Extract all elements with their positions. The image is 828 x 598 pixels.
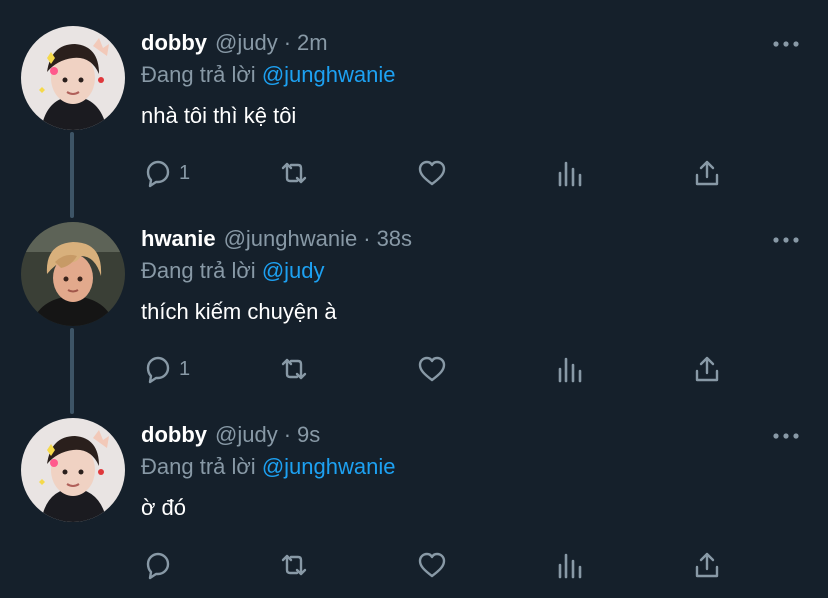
retweet-icon [281, 358, 307, 380]
analytics-bars-icon [558, 357, 582, 383]
share-upload-icon [695, 160, 719, 186]
timestamp[interactable]: 38s [377, 226, 412, 252]
more-button[interactable] [771, 230, 801, 250]
reply-button[interactable]: 1 [141, 155, 190, 191]
like-button[interactable] [416, 547, 448, 583]
tweet-text: ờ đó [141, 495, 187, 520]
share-button[interactable] [691, 351, 723, 387]
retweet-button[interactable] [278, 547, 310, 583]
user-handle[interactable]: @judy [215, 30, 278, 56]
more-button[interactable] [771, 34, 801, 54]
replying-to: Đang trả lời @judy [141, 258, 325, 284]
avatar[interactable] [21, 26, 125, 130]
separator-dot: · [283, 422, 292, 447]
tweet[interactable]: dobby @judy · 9s Đang trả lời @junghwani… [0, 392, 828, 588]
share-button[interactable] [691, 155, 723, 191]
heart-icon [418, 356, 446, 382]
retweet-icon [281, 162, 307, 184]
analytics-button[interactable] [554, 155, 586, 191]
more-button[interactable] [771, 426, 801, 446]
display-name[interactable]: dobby [141, 422, 207, 448]
avatar[interactable] [21, 418, 125, 522]
separator-dot: · [363, 226, 371, 251]
more-horizontal-icon [773, 433, 799, 439]
reply-button[interactable]: 1 [141, 351, 190, 387]
avatar-image [21, 418, 125, 522]
analytics-button[interactable] [554, 547, 586, 583]
tweet[interactable]: hwanie @junghwanie · 38s Đang trả lời @j… [0, 196, 828, 392]
reply-button[interactable] [141, 547, 179, 583]
reply-bubble-icon [146, 160, 170, 188]
more-horizontal-icon [773, 237, 799, 243]
more-horizontal-icon [773, 41, 799, 47]
user-handle[interactable]: @judy [215, 422, 278, 448]
mention-link[interactable]: @judy [262, 258, 325, 283]
mention-link[interactable]: @junghwanie [262, 62, 396, 87]
tweet[interactable]: dobby @judy · 2m Đang trả lời @junghwani… [0, 0, 828, 196]
heart-icon [418, 552, 446, 578]
action-bar [141, 547, 741, 583]
tweet-text: nhà tôi thì kệ tôi [141, 103, 297, 128]
retweet-button[interactable] [278, 351, 310, 387]
timestamp[interactable]: 9s [297, 422, 320, 448]
user-handle[interactable]: @junghwanie [224, 226, 358, 252]
analytics-bars-icon [558, 553, 582, 579]
display-name[interactable]: hwanie [141, 226, 216, 252]
retweet-icon [281, 554, 307, 576]
share-button[interactable] [691, 547, 723, 583]
replying-to-label: Đang trả lời [141, 258, 256, 283]
avatar[interactable] [21, 222, 125, 326]
replying-to: Đang trả lời @junghwanie [141, 454, 395, 480]
mention-link[interactable]: @junghwanie [262, 454, 396, 479]
heart-icon [418, 160, 446, 186]
retweet-button[interactable] [278, 155, 310, 191]
avatar-image [21, 26, 125, 130]
display-name[interactable]: dobby [141, 30, 207, 56]
reply-count: 1 [179, 357, 191, 380]
action-bar: 1 [141, 351, 741, 387]
like-button[interactable] [416, 351, 448, 387]
action-bar: 1 [141, 155, 741, 191]
reply-bubble-icon [146, 552, 170, 580]
replying-to-label: Đang trả lời [141, 62, 256, 87]
separator-dot: · [283, 30, 292, 55]
reply-bubble-icon [146, 356, 170, 384]
timestamp[interactable]: 2m [297, 30, 328, 56]
share-upload-icon [695, 356, 719, 382]
analytics-bars-icon [558, 161, 582, 187]
avatar-image [21, 222, 125, 326]
replying-to: Đang trả lời @junghwanie [141, 62, 395, 88]
replying-to-label: Đang trả lời [141, 454, 256, 479]
share-upload-icon [695, 552, 719, 578]
analytics-button[interactable] [554, 351, 586, 387]
reply-count: 1 [179, 161, 191, 184]
like-button[interactable] [416, 155, 448, 191]
tweet-text: thích kiếm chuyện à [141, 299, 337, 324]
